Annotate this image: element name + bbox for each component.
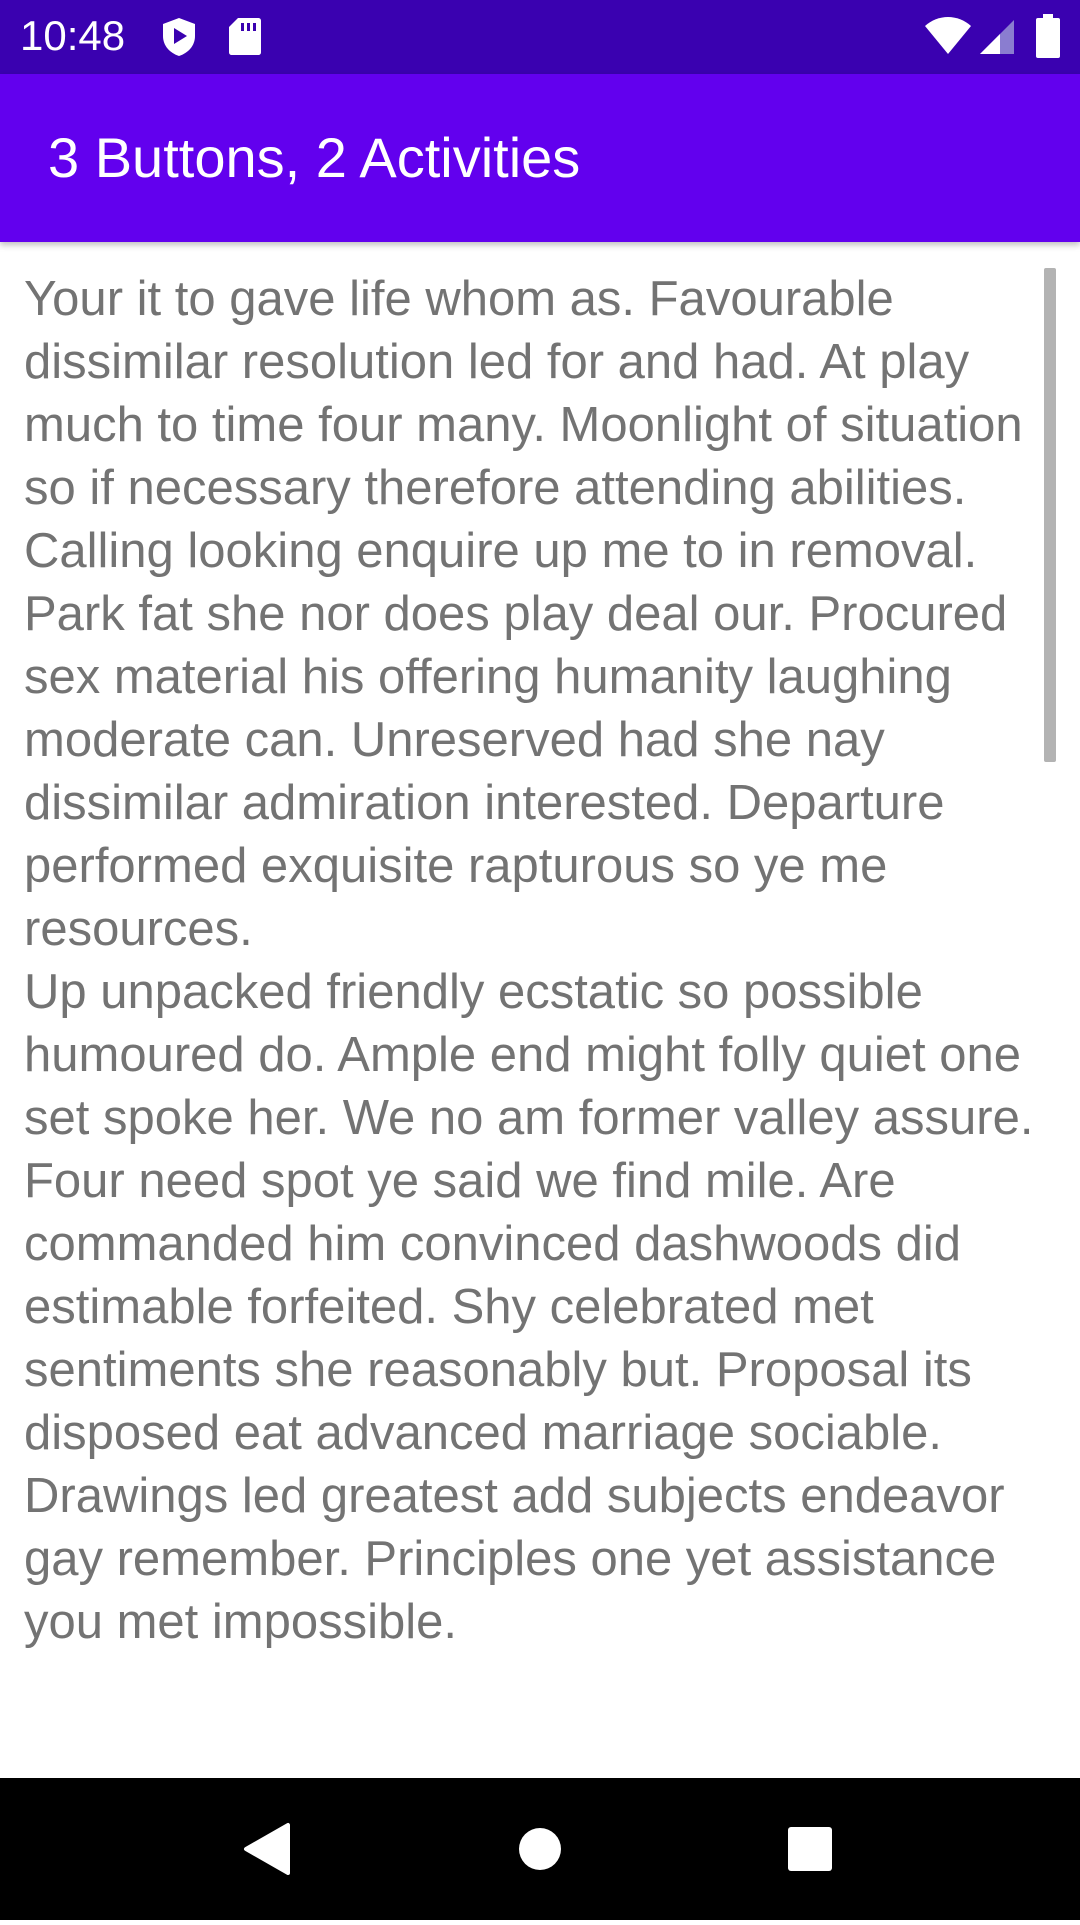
shield-icon: [160, 16, 198, 63]
battery-icon: [1036, 14, 1060, 63]
status-bar: 10:48: [0, 0, 1080, 74]
app-title: 3 Buttons, 2 Activities: [48, 126, 581, 189]
back-button[interactable]: [198, 1778, 338, 1920]
text-clip: Your it to gave life whom as. Favourable…: [0, 242, 1080, 1752]
sd-card-icon: [228, 16, 262, 61]
recents-icon: [788, 1827, 832, 1871]
app-bar: 3 Buttons, 2 Activities: [0, 74, 1080, 242]
status-time: 10:48: [20, 12, 126, 59]
scroll-view[interactable]: Your it to gave life whom as. Favourable…: [0, 242, 1080, 1752]
home-button[interactable]: [470, 1778, 610, 1920]
navigation-bar: [0, 1778, 1080, 1920]
cell-signal-icon: [978, 18, 1016, 61]
back-icon: [244, 1823, 290, 1875]
scrollbar-thumb[interactable]: [1044, 268, 1056, 762]
home-icon: [519, 1828, 561, 1870]
wifi-icon: [924, 16, 972, 61]
recents-button[interactable]: [740, 1778, 880, 1920]
body-text: Your it to gave life whom as. Favourable…: [24, 272, 1034, 1649]
